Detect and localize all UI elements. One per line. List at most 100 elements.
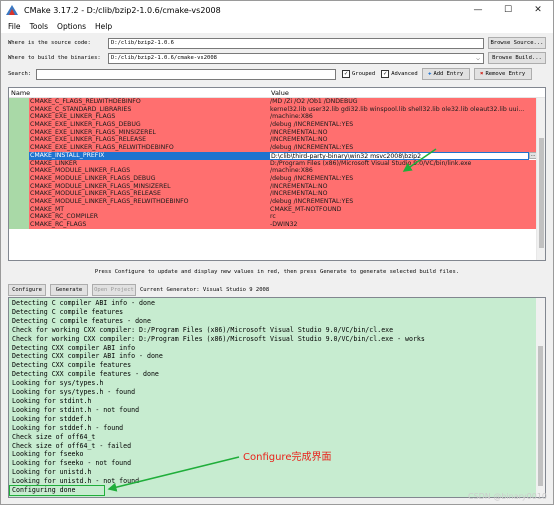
cell-name[interactable]: CMAKE_MT	[29, 205, 269, 214]
table-row[interactable]: CMAKE_EXE_LINKER_FLAGS_DEBUG/debug /INCR…	[9, 121, 537, 129]
cell-value[interactable]: /INCREMENTAL:NO	[269, 190, 537, 198]
cell-value[interactable]: D:/Program Files (x86)/Microsoft Visual …	[269, 159, 537, 168]
output-line: Looking for fseeko - not found	[12, 459, 132, 468]
status-message: Press Configure to update and display ne…	[94, 269, 460, 275]
row-gutter	[9, 121, 29, 129]
table-row[interactable]: CMAKE_C_FLAGS_RELWITHDEBINFO/MD /Zi /O2 …	[9, 98, 537, 106]
cell-name[interactable]: CMAKE_EXE_LINKER_FLAGS	[29, 113, 269, 122]
output-line: Check for working CXX compiler: D:/Progr…	[12, 325, 394, 334]
cell-value[interactable]: /INCREMENTAL:NO	[269, 128, 537, 137]
cell-value[interactable]: /debug /INCREMENTAL:YES	[269, 197, 537, 206]
cell-value[interactable]: -DWIN32	[269, 221, 537, 229]
cell-value[interactable]: /INCREMENTAL:NO	[269, 182, 537, 191]
open-project-button[interactable]: Open Project	[92, 283, 136, 296]
cell-name[interactable]: CMAKE_MODULE_LINKER_FLAGS_RELEASE	[29, 190, 269, 198]
source-path-input[interactable]: D:/clib/bzip2-1.0.6	[108, 37, 484, 49]
row-gutter	[9, 174, 29, 183]
cell-name[interactable]: CMAKE_EXE_LINKER_FLAGS_MINSIZEREL	[29, 128, 269, 137]
menu-tools[interactable]: Tools	[30, 22, 48, 31]
cell-name[interactable]: CMAKE_EXE_LINKER_FLAGS_RELWITHDEBINFO	[29, 144, 269, 152]
row-gutter	[9, 159, 29, 168]
cell-name[interactable]: CMAKE_EXE_LINKER_FLAGS_DEBUG	[29, 121, 269, 129]
table-scrollbar[interactable]	[536, 98, 545, 260]
table-row[interactable]: CMAKE_MODULE_LINKER_FLAGS/machine:X86	[9, 167, 537, 175]
column-header-value[interactable]: Value	[269, 89, 289, 97]
cell-name[interactable]: CMAKE_RC_COMPILER	[29, 213, 269, 221]
browse-source-button[interactable]: Browse Source...	[488, 37, 546, 49]
table-row[interactable]: CMAKE_EXE_LINKER_FLAGS/machine:X86	[9, 113, 537, 122]
cell-name[interactable]: CMAKE_C_STANDARD_LIBRARIES	[29, 105, 269, 114]
cell-name[interactable]: CMAKE_RC_FLAGS	[29, 221, 269, 229]
cell-name[interactable]: CMAKE_LINKER	[29, 159, 269, 168]
column-header-name[interactable]: Name	[9, 89, 269, 97]
cell-value[interactable]: kernel32.lib user32.lib gdi32.lib winspo…	[269, 105, 537, 114]
table-row[interactable]: CMAKE_MODULE_LINKER_FLAGS_RELWITHDEBINFO…	[9, 197, 537, 206]
configure-button[interactable]: Configure	[8, 283, 46, 296]
table-row[interactable]: CMAKE_MODULE_LINKER_FLAGS_RELEASE/INCREM…	[9, 190, 537, 198]
output-line: Detecting CXX compile features - done	[12, 370, 159, 379]
row-gutter	[9, 113, 29, 122]
build-row: Where to build the binaries: D:/clib/bzi…	[8, 52, 546, 64]
cell-name[interactable]: CMAKE_MODULE_LINKER_FLAGS_MINSIZEREL	[29, 182, 269, 191]
table-row[interactable]: CMAKE_MT CMAKE_MT-NOTFOUND	[9, 205, 537, 214]
menu-options[interactable]: Options	[57, 22, 86, 31]
build-path-combo[interactable]: D:/clib/bzip2-1.0.6/cmake-vs2008 ⌵	[108, 52, 484, 64]
row-gutter	[9, 151, 29, 160]
remove-entry-button[interactable]: ✖ Remove Entry	[473, 68, 532, 80]
output-line: Detecting CXX compiler ABI info - done	[12, 352, 163, 361]
row-gutter	[9, 182, 29, 191]
table-row[interactable]: CMAKE_RC_COMPILER rc	[9, 213, 537, 221]
generate-button[interactable]: Generate	[50, 283, 88, 296]
table-row[interactable]: CMAKE_MODULE_LINKER_FLAGS_DEBUG/debug /I…	[9, 174, 537, 183]
cell-value[interactable]: /MD /Zi /O2 /Ob1 /DNDEBUG	[269, 98, 537, 106]
minimize-button[interactable]: —	[463, 1, 493, 19]
table-row[interactable]: CMAKE_LINKER D:/Program Files (x86)/Micro…	[9, 159, 537, 168]
grouped-checkbox[interactable]: ✓ Grouped	[342, 70, 375, 78]
cell-value[interactable]: /INCREMENTAL:NO	[269, 136, 537, 145]
add-entry-button[interactable]: ✚ Add Entry	[421, 68, 470, 80]
cell-name[interactable]: CMAKE_MODULE_LINKER_FLAGS	[29, 167, 269, 175]
output-line: Detecting C compile features	[12, 307, 124, 316]
cell-name[interactable]: CMAKE_INSTALL_PREFIX	[29, 151, 269, 160]
maximize-button[interactable]: ☐	[493, 1, 523, 19]
menu-file[interactable]: File	[8, 22, 21, 31]
row-gutter	[9, 128, 29, 137]
chevron-down-icon[interactable]: ⌵	[473, 54, 483, 63]
output-log: Detecting C compiler ABI info - done Dete…	[8, 297, 546, 498]
cell-name[interactable]: CMAKE_MODULE_LINKER_FLAGS_RELWITHDEBINFO	[29, 197, 269, 206]
row-gutter	[9, 221, 29, 229]
cell-value[interactable]: D:\clib\third-party-binary\win32 msvc200…	[269, 151, 529, 160]
scrollbar-thumb[interactable]	[538, 346, 543, 486]
output-line: Looking for stddef.h	[12, 414, 92, 423]
row-gutter	[9, 136, 29, 145]
annotation-label: Configure完成界面	[243, 452, 332, 463]
cell-value[interactable]: /machine:X86	[269, 167, 537, 175]
cell-value[interactable]: /machine:X86	[269, 113, 537, 122]
menu-help[interactable]: Help	[95, 22, 112, 31]
output-scrollbar[interactable]	[536, 298, 545, 497]
cell-value[interactable]: rc	[269, 213, 537, 221]
cell-value[interactable]: /debug /INCREMENTAL:YES	[269, 121, 537, 129]
table-row[interactable]: CMAKE_EXE_LINKER_FLAGS_RELWITHDEBINFO/de…	[9, 144, 537, 152]
output-line: Looking for sys/types.h - found	[12, 388, 136, 397]
table-row[interactable]: CMAKE_INSTALL_PREFIX D:\clib\third-party-…	[9, 151, 537, 160]
cell-value[interactable]: /debug /INCREMENTAL:YES	[269, 144, 537, 152]
scrollbar-thumb[interactable]	[539, 138, 544, 248]
search-row: Search: ✓ Grouped ✓ Advanced ✚ Add Entry…	[8, 68, 546, 80]
table-row[interactable]: CMAKE_C_STANDARD_LIBRARIES kernel32.lib u…	[9, 105, 537, 114]
cell-value[interactable]: CMAKE_MT-NOTFOUND	[269, 205, 537, 214]
search-label: Search:	[8, 71, 32, 77]
table-row[interactable]: CMAKE_EXE_LINKER_FLAGS_RELEASE/INCREMENT…	[9, 136, 537, 145]
cell-value[interactable]: /debug /INCREMENTAL:YES	[269, 174, 537, 183]
table-row[interactable]: CMAKE_RC_FLAGS -DWIN32	[9, 221, 537, 229]
search-input[interactable]	[36, 68, 336, 80]
table-row[interactable]: CMAKE_MODULE_LINKER_FLAGS_MINSIZEREL/INC…	[9, 182, 537, 191]
row-gutter	[9, 167, 29, 175]
cell-name[interactable]: CMAKE_C_FLAGS_RELWITHDEBINFO	[29, 98, 269, 106]
cell-name[interactable]: CMAKE_MODULE_LINKER_FLAGS_DEBUG	[29, 174, 269, 183]
table-row[interactable]: CMAKE_EXE_LINKER_FLAGS_MINSIZEREL/INCREM…	[9, 128, 537, 137]
close-button[interactable]: ✕	[523, 1, 553, 19]
browse-build-button[interactable]: Browse Build...	[488, 52, 546, 64]
advanced-checkbox[interactable]: ✓ Advanced	[381, 70, 418, 78]
cell-name[interactable]: CMAKE_EXE_LINKER_FLAGS_RELEASE	[29, 136, 269, 145]
